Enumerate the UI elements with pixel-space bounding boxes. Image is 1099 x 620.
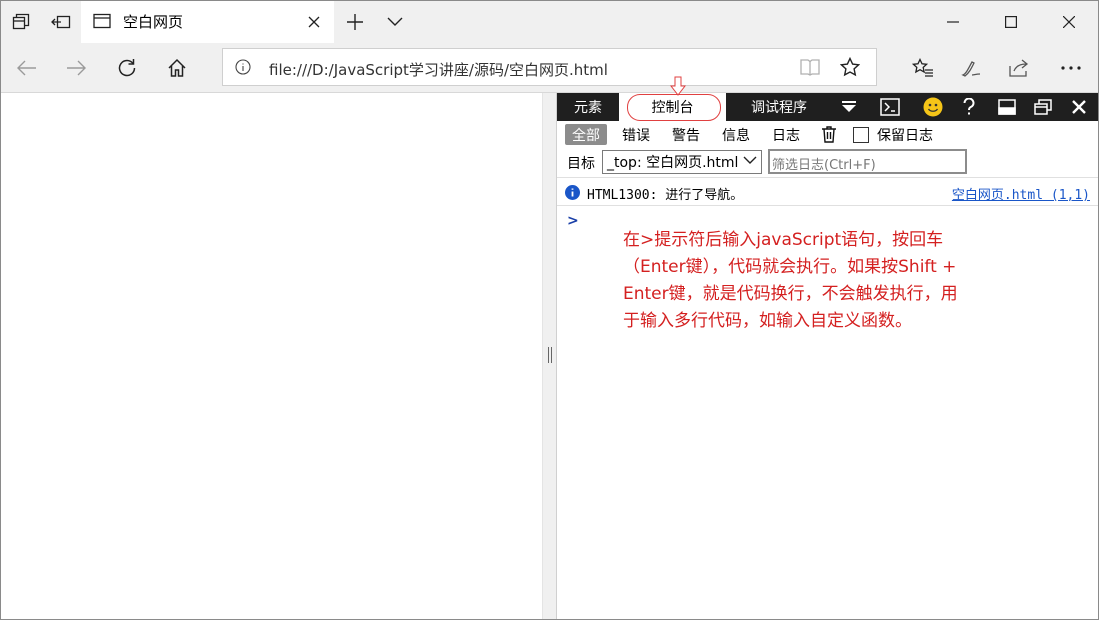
pen-icon	[961, 61, 981, 77]
tab-elements-label: 元素	[574, 100, 602, 116]
close-icon	[1072, 100, 1086, 114]
console-drawer-button[interactable]	[874, 93, 906, 121]
favorite-star-icon[interactable]	[840, 57, 860, 77]
filter-logs[interactable]: 日志	[765, 124, 807, 145]
filter-errors[interactable]: 错误	[615, 124, 657, 145]
tab-preview-button[interactable]	[375, 1, 415, 43]
trash-icon	[822, 126, 836, 143]
url-text: file:///D:/JavaScript学习讲座/源码/空白网页.html	[269, 61, 608, 79]
close-tab-button[interactable]	[303, 11, 325, 33]
tab-manager-button[interactable]	[1, 1, 41, 43]
back-button[interactable]	[9, 50, 45, 86]
favorites-button[interactable]	[905, 50, 941, 86]
log-filter-input[interactable]: 筛选日志(Ctrl+F)	[768, 149, 967, 174]
home-button[interactable]	[159, 50, 195, 86]
close-icon	[1063, 16, 1075, 28]
tab-debugger[interactable]: 调试程序	[733, 93, 825, 121]
console-message-text: HTML1300: 进行了导航。	[587, 188, 744, 203]
arrow-left-icon	[17, 60, 36, 76]
dock-bottom-button[interactable]	[991, 93, 1023, 121]
filter-info[interactable]: 信息	[715, 124, 757, 145]
share-button[interactable]	[1001, 50, 1037, 86]
console-filter-bar: 全部 错误 警告 信息 日志 保留日志	[557, 121, 1098, 147]
filter-errors-label: 错误	[622, 127, 650, 144]
undock-button[interactable]	[1027, 93, 1059, 121]
preserve-log-label: 保留日志	[877, 127, 933, 144]
chevron-down-icon	[387, 17, 403, 26]
tab-bar: 空白网页	[1, 1, 1098, 43]
help-icon	[963, 98, 975, 115]
filter-all[interactable]: 全部	[565, 124, 607, 145]
target-row: 目标 _top: 空白网页.html 筛选日志(Ctrl+F)	[557, 147, 1098, 175]
page-icon	[93, 13, 111, 29]
undock-icon	[1034, 99, 1052, 115]
tab-debugger-label: 调试程序	[751, 100, 807, 116]
checkbox-box	[853, 126, 869, 143]
console-message: HTML1300: 进行了导航。 空白网页.html (1,1)	[557, 177, 1098, 206]
help-button[interactable]	[953, 93, 985, 121]
notes-button[interactable]	[953, 50, 989, 86]
refresh-icon	[118, 59, 136, 77]
maximize-icon	[1005, 16, 1017, 28]
console-tab-highlight	[627, 94, 721, 121]
drag-handle-icon	[548, 347, 552, 363]
page-content	[1, 93, 542, 619]
arrow-right-icon	[67, 60, 86, 76]
more-tools-button[interactable]	[833, 93, 865, 121]
home-icon	[168, 58, 186, 77]
close-window-button[interactable]	[1040, 1, 1098, 43]
console-message-source-link[interactable]: 空白网页.html (1,1)	[952, 184, 1090, 203]
tab-elements[interactable]: 元素	[557, 93, 619, 121]
dock-bottom-icon	[998, 99, 1016, 115]
target-select-value: _top: 空白网页.html	[607, 155, 739, 171]
minimize-button[interactable]	[924, 1, 982, 43]
navigation-bar: file:///D:/JavaScript学习讲座/源码/空白网页.html	[1, 43, 1098, 93]
refresh-button[interactable]	[109, 50, 145, 86]
plus-icon	[347, 14, 363, 30]
target-label: 目标	[567, 156, 595, 172]
preserve-log-checkbox[interactable]: 保留日志	[846, 124, 940, 145]
filter-warnings[interactable]: 警告	[665, 124, 707, 145]
tab-blank-page[interactable]: 空白网页	[81, 1, 334, 43]
target-select[interactable]: _top: 空白网页.html	[602, 150, 762, 174]
log-filter-placeholder: 筛选日志(Ctrl+F)	[772, 158, 876, 173]
info-circle-icon	[565, 185, 580, 200]
arrow-down-annotation-icon	[670, 76, 686, 96]
tabs-aside-icon	[12, 13, 30, 30]
tab-title: 空白网页	[123, 13, 184, 31]
set-aside-icon	[51, 15, 71, 29]
forward-button[interactable]	[58, 50, 94, 86]
clear-console-button[interactable]	[815, 124, 843, 145]
share-icon	[1009, 59, 1029, 77]
address-bar[interactable]: file:///D:/JavaScript学习讲座/源码/空白网页.html	[222, 48, 877, 86]
devtools-panel: 元素 控制台 调试程序 全部 错误 警告 信息 日志 保留日志 目标 _top:…	[557, 76, 1098, 619]
filter-warnings-label: 警告	[672, 127, 700, 144]
console-prompt[interactable]: >	[567, 213, 579, 229]
set-aside-tabs-button[interactable]	[41, 1, 81, 43]
filter-all-label: 全部	[572, 127, 600, 144]
info-icon	[235, 59, 251, 75]
filter-info-label: 信息	[722, 127, 750, 144]
new-tab-button[interactable]	[335, 1, 375, 43]
console-icon	[880, 98, 900, 116]
annotation-note: 在>提示符后输入javaScript语句，按回车（Enter键），代码就会执行。…	[623, 230, 958, 331]
more-icon	[1061, 66, 1081, 70]
dropdown-arrow-icon	[842, 101, 856, 112]
feedback-button[interactable]	[917, 93, 949, 121]
close-devtools-button[interactable]	[1063, 93, 1095, 121]
maximize-button[interactable]	[982, 1, 1040, 43]
chevron-down-icon	[743, 156, 757, 164]
devtools-splitter[interactable]	[542, 93, 557, 619]
favorites-list-icon	[912, 58, 933, 77]
more-button[interactable]	[1053, 50, 1089, 86]
filter-logs-label: 日志	[772, 127, 800, 144]
reading-view-icon[interactable]	[800, 58, 820, 76]
close-icon	[308, 16, 320, 28]
minimize-icon	[947, 21, 959, 23]
smiley-icon	[923, 97, 943, 117]
